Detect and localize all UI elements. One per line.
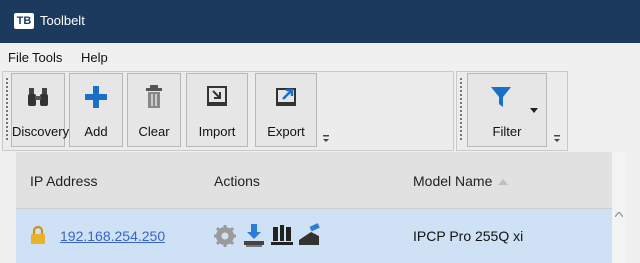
window-title: Toolbelt [40, 13, 85, 28]
filter-label: Filter [492, 124, 522, 139]
overflow-chevron-icon[interactable] [553, 132, 561, 144]
filter-button[interactable]: Filter [467, 73, 547, 147]
toolbar: Discovery Add Clear Import Export Filter [0, 68, 640, 152]
app-logo: TB [14, 13, 34, 29]
toolbar-main-group: Discovery Add Clear Import Export [2, 71, 454, 151]
clear-label: Clear [138, 124, 170, 139]
menu-file[interactable]: File [8, 50, 29, 65]
sort-ascending-icon [498, 179, 509, 186]
grid-header: IP Address Actions Model Name [16, 152, 612, 209]
menu-tools[interactable]: Tools [32, 50, 62, 65]
lock-icon [31, 225, 45, 244]
import-icon [187, 84, 247, 110]
discovery-label: Discovery [12, 124, 70, 139]
gear-icon[interactable] [214, 225, 236, 247]
add-button[interactable]: Add [69, 73, 123, 147]
model-name-cell: IPCP Pro 255Q xi [413, 228, 524, 244]
discovery-button[interactable]: Discovery [11, 73, 70, 147]
column-header-model[interactable]: Model Name [413, 173, 509, 189]
chevron-down-icon[interactable] [530, 108, 538, 113]
toolbar-grip[interactable] [6, 78, 8, 142]
ip-address-link[interactable]: 192.168.254.250 [60, 228, 165, 244]
trash-icon [128, 84, 180, 110]
column-header-model-label: Model Name [413, 173, 493, 189]
binoculars-icon [12, 84, 64, 110]
export-button[interactable]: Export [255, 73, 317, 147]
device-grid: IP Address Actions Model Name 192.168.25… [16, 152, 626, 263]
table-row[interactable]: 192.168.254.250 IPCP Pro 255Q xi [16, 209, 612, 263]
export-icon [256, 84, 316, 110]
toolbar-filter-group: Filter [456, 71, 568, 151]
funnel-icon [468, 84, 546, 110]
toolbar-grip[interactable] [460, 78, 462, 142]
overflow-chevron-icon[interactable] [322, 132, 330, 144]
scroll-up-chevron-icon[interactable] [615, 212, 623, 217]
network-icon[interactable] [270, 224, 294, 246]
download-icon[interactable] [242, 223, 266, 247]
erase-icon[interactable] [297, 223, 321, 247]
add-label: Add [84, 124, 108, 139]
export-label: Export [267, 124, 305, 139]
menu-help[interactable]: Help [81, 50, 108, 65]
clear-button[interactable]: Clear [127, 73, 181, 147]
title-bar: TB Toolbelt [0, 0, 640, 43]
column-header-actions[interactable]: Actions [214, 173, 260, 189]
import-button[interactable]: Import [186, 73, 248, 147]
column-header-ip[interactable]: IP Address [30, 173, 97, 189]
plus-icon [70, 84, 122, 110]
vertical-scrollbar[interactable] [612, 152, 626, 263]
import-label: Import [198, 124, 236, 139]
